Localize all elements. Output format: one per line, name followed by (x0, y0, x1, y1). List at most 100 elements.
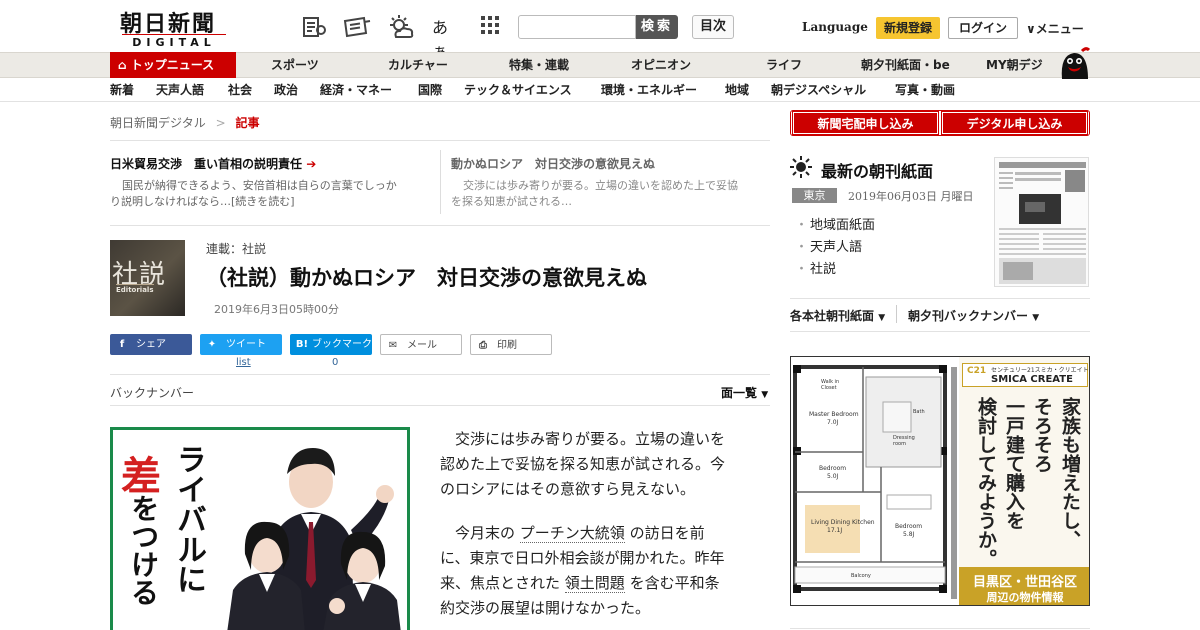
nav2-economy[interactable]: 経済・マネー (320, 79, 392, 101)
breadcrumb: 朝日新聞デジタル > 記事 (110, 114, 260, 131)
twitter-bird-icon: ✦ (207, 339, 217, 350)
room-master-bedroom-size: 7.0J (827, 419, 839, 426)
area-subtitle: 周辺の物件情報 (986, 591, 1064, 604)
editorial-thumbnail[interactable]: 社説 Editorials (110, 240, 185, 316)
brand-box: C21 センチュリー21スミカ・クリエイト SMICA CREATE (962, 363, 1089, 387)
ad-copy-col2: そろそろ (1031, 397, 1053, 473)
mascot-icon[interactable] (1056, 45, 1092, 79)
paper-link-editorial[interactable]: 社説 (795, 258, 836, 277)
breadcrumb-separator: > (215, 116, 226, 130)
hatena-bookmark-button[interactable]: B! ブックマーク (290, 334, 372, 355)
nav2-tensei-jingo[interactable]: 天声人語 (156, 79, 204, 101)
current-article-summary: 交渉には歩み寄りが要る。立場の違いを認めた上で妥協 を探る知恵が試される… (451, 179, 738, 208)
login-button[interactable]: ログイン (948, 17, 1018, 39)
nav-top-news[interactable]: ⌂ トップニュース (110, 52, 236, 78)
subscribe-digital-button[interactable]: デジタル申し込み (942, 112, 1087, 134)
area-banner[interactable]: 目黒区・世田谷区 周辺の物件情報 (959, 567, 1089, 605)
nav-life[interactable]: ライフ (766, 53, 802, 78)
series-label[interactable]: 連載：社説 (206, 240, 266, 257)
newspaper-icon[interactable] (342, 13, 371, 41)
site-header: 朝日新聞 DIGITAL あぁ 検索 目次 Language 新規登録 ログイン… (0, 0, 1200, 61)
nav2-international[interactable]: 国際 (418, 79, 442, 101)
paper-link-regional[interactable]: 地域面紙面 (795, 214, 875, 233)
chevron-down-icon: ∨ (1026, 22, 1036, 36)
triangle-down-icon: ▼ (878, 313, 886, 323)
apps-grid-icon[interactable] (478, 13, 506, 41)
logo-sub-text: DIGITAL (122, 34, 226, 49)
business-people-image (227, 448, 401, 630)
nav2-special[interactable]: 朝デジスペシャル (771, 79, 866, 101)
article-paragraph-1: 交渉には歩み寄りが要る。立場の違いを 認めた上で妥協を探る知恵が試される。今 の… (440, 430, 726, 498)
century21-logo: C21 (967, 366, 987, 376)
paper-link-tensei-jingo[interactable]: 天声人語 (795, 236, 862, 255)
back-number-dropdown[interactable]: 朝夕刊バックナンバー ▼ (908, 307, 1039, 324)
facebook-share-button[interactable]: f シェア (110, 334, 192, 355)
nav2-politics[interactable]: 政治 (274, 79, 298, 101)
regional-paper-dropdown[interactable]: 各本社朝刊紙面 ▼ (790, 307, 885, 324)
room-master-bedroom: Master Bedroom (809, 411, 859, 418)
room-walk-in-closet: Walk in Closet (821, 379, 840, 391)
room-bedroom-1: Bedroom (819, 465, 847, 472)
weather-icon[interactable] (386, 13, 414, 41)
facebook-icon: f (119, 339, 125, 350)
secondary-nav: 新着 天声人語 社会 政治 経済・マネー 国際 テック＆サイエンス 環境・エネル… (0, 79, 1200, 102)
news-list-icon[interactable] (300, 13, 328, 41)
nav-sports[interactable]: スポーツ (271, 53, 319, 78)
hatena-icon: B! (295, 339, 309, 350)
list-all-dropdown[interactable]: 面一覧 ▼ (721, 384, 768, 401)
nav-paper[interactable]: 朝夕刊紙面・be (861, 53, 950, 78)
keyword-link-territory[interactable]: 領土問題 (564, 574, 625, 593)
nav2-photo-video[interactable]: 写真・動画 (895, 79, 955, 101)
divider (790, 298, 1090, 299)
room-bedroom-2: Bedroom (895, 523, 923, 530)
advertisement-left[interactable]: ライバルに 差 をつける (110, 427, 410, 630)
related-article-summary[interactable]: 国民が納得できるよう、安倍首相は自らの言葉でしっか り説明しなければなら…[続き… (110, 178, 430, 210)
primary-nav: ⌂ トップニュース スポーツ カルチャー 特集・連載 オピニオン ライフ 朝夕刊… (0, 47, 1200, 79)
toc-button[interactable]: 目次 (692, 15, 734, 39)
search-input[interactable] (518, 15, 636, 39)
language-link[interactable]: Language (802, 20, 868, 34)
menu-button[interactable]: ∨メニュー (1026, 20, 1084, 37)
nav2-society[interactable]: 社会 (228, 79, 252, 101)
current-article-title: 動かぬロシア 対日交渉の意欲見えぬ (451, 157, 656, 171)
thumb-subtitle: Editorials (116, 284, 154, 294)
room-bath: Bath (913, 409, 925, 415)
newspaper-front-page-thumbnail[interactable] (994, 157, 1089, 287)
search-button[interactable]: 検索 (636, 15, 678, 39)
room-ldk: Living Dining Kitchen (811, 519, 875, 526)
nav2-latest[interactable]: 新着 (110, 79, 134, 101)
subscribe-paper-button[interactable]: 新聞宅配申し込み (793, 112, 938, 134)
font-size-toggle[interactable]: あぁ (432, 14, 460, 61)
nav2-region[interactable]: 地域 (725, 79, 749, 101)
twitter-share-button[interactable]: ✦ ツイート (200, 334, 282, 355)
nav-opinion[interactable]: オピニオン (631, 53, 691, 78)
breadcrumb-home[interactable]: 朝日新聞デジタル (110, 116, 206, 130)
mail-icon: ✉ (388, 340, 398, 351)
printer-icon: ⎙ (479, 340, 487, 351)
signup-button[interactable]: 新規登録 (876, 17, 940, 39)
nav-features[interactable]: 特集・連載 (509, 53, 569, 78)
brand-top: センチュリー21スミカ・クリエイト (991, 367, 1089, 374)
print-button[interactable]: ⎙ 印刷 (470, 334, 552, 355)
site-logo[interactable]: 朝日新聞 DIGITAL (112, 6, 230, 49)
nav-my-asadigi[interactable]: MY朝デジ (986, 53, 1043, 78)
room-ldk-size: 17.1J (827, 527, 843, 534)
ad-copy-col4: 検討してみようか。 (975, 397, 997, 568)
mail-share-button[interactable]: ✉ メール (380, 334, 462, 355)
nav2-tech-science[interactable]: テック＆サイエンス (464, 79, 572, 101)
room-bedroom-1-size: 5.0J (827, 473, 839, 480)
divider (110, 140, 770, 141)
menu-label: メニュー (1035, 22, 1084, 36)
nav-culture[interactable]: カルチャー (388, 53, 448, 78)
ad-copy-col1: 家族も増えたし、 (1059, 397, 1081, 549)
advertisement-right[interactable]: Walk in Closet Master Bedroom 7.0J Bedro… (790, 356, 1090, 606)
triangle-down-icon: ▼ (761, 390, 769, 400)
nav2-environment[interactable]: 環境・エネルギー (601, 79, 697, 101)
twitter-count[interactable]: list (236, 357, 251, 368)
keyword-link-putin[interactable]: プーチン大統領 (519, 524, 625, 543)
room-dressing: Dressing room (893, 435, 915, 447)
paper-date: 2019年06月03日 月曜日 (848, 190, 974, 203)
ad-copy-line3: をつける (127, 494, 160, 606)
divider (790, 331, 1090, 332)
related-article-title[interactable]: 日米貿易交渉 重い首相の説明責任 ➔ (110, 155, 316, 172)
